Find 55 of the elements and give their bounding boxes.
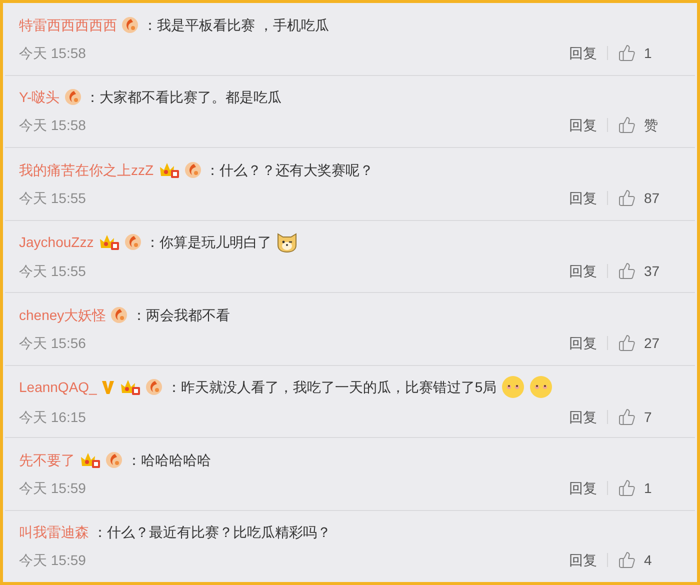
crown-icon	[79, 450, 101, 469]
medal-icon	[124, 233, 142, 252]
reply-link[interactable]: 回复	[569, 407, 597, 428]
timestamp: 今天 15:56	[19, 334, 86, 353]
thumbs-up-icon	[618, 478, 636, 497]
like-button[interactable]: 37	[618, 261, 660, 282]
like-button[interactable]: 27	[618, 332, 660, 353]
medal-icon	[110, 306, 128, 324]
thumbs-up-icon	[618, 262, 636, 280]
comment-text: ：哈哈哈哈哈	[127, 450, 211, 470]
crown-icon	[118, 378, 141, 396]
medal-icon	[184, 160, 202, 179]
reply-link[interactable]: 回复	[569, 478, 597, 498]
comment-text: ：两会我都不看	[132, 306, 230, 325]
thumbs-up-icon	[618, 551, 636, 570]
v-icon	[100, 379, 115, 396]
reply-link[interactable]: 回复	[569, 550, 597, 570]
medal-icon	[121, 16, 139, 34]
timestamp: 今天 15:59	[19, 551, 86, 570]
timestamp: 今天 16:15	[19, 408, 86, 428]
crown-icon	[98, 233, 120, 252]
comment-text: ：昨天就没人看了，我吃了一天的瓜，比赛错过了5局	[166, 378, 497, 398]
like-button[interactable]: 1	[618, 42, 652, 63]
thumbs-up-icon	[618, 116, 636, 134]
dog-emoji-icon	[276, 231, 298, 254]
reply-link[interactable]: 回复	[569, 188, 597, 208]
timestamp: 今天 15:55	[19, 188, 86, 208]
blush-emoji-icon	[528, 375, 553, 400]
reply-link[interactable]: 回复	[569, 332, 597, 353]
timestamp: 今天 15:58	[19, 116, 86, 136]
thumbs-up-icon	[618, 188, 636, 207]
thumbs-up-icon	[618, 44, 636, 62]
reply-link[interactable]: 回复	[569, 115, 597, 136]
comment-text: ：大家都不看比赛了。都是吃瓜	[86, 88, 282, 108]
thumbs-up-icon	[618, 408, 636, 426]
comment-text: ：我是平板看比赛 ，手机吃瓜	[143, 16, 329, 35]
medal-icon	[144, 378, 163, 396]
like-button[interactable]: 7	[618, 407, 652, 428]
reply-link[interactable]: 回复	[569, 261, 597, 282]
crown-icon	[158, 160, 180, 179]
timestamp: 今天 15:55	[19, 262, 86, 282]
timestamp: 今天 15:58	[19, 44, 86, 63]
like-button[interactable]: 87	[618, 188, 660, 208]
like-button[interactable]: 赞	[618, 115, 658, 136]
comment-text: ：你算是玩儿明白了	[146, 233, 272, 252]
blush-emoji-icon	[500, 375, 525, 400]
medal-icon	[64, 88, 82, 106]
reply-link[interactable]: 回复	[569, 42, 597, 63]
thumbs-up-icon	[618, 334, 636, 352]
like-button[interactable]: 1	[618, 478, 652, 498]
comment-text: ：什么？？还有大奖赛呢？	[206, 160, 374, 180]
comment-text: ：什么？最近有比赛？比吃瓜精彩吗？	[93, 523, 331, 542]
medal-icon	[105, 450, 123, 469]
like-button[interactable]: 4	[618, 550, 652, 570]
timestamp: 今天 15:59	[19, 478, 86, 498]
